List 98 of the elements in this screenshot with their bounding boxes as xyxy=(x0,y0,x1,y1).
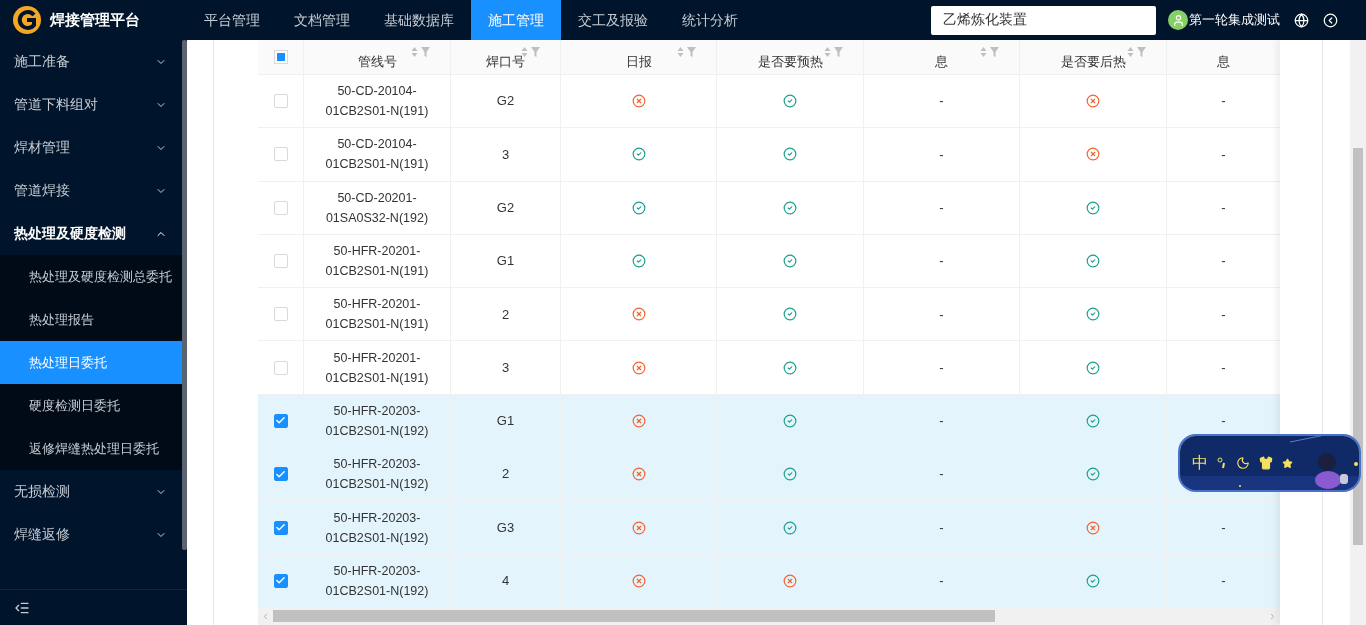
sort-filter-icon[interactable] xyxy=(411,46,430,58)
table-row[interactable]: 50-CD-20104- 01CB2S01-N(191) 3 - - xyxy=(258,128,1280,182)
table-cell-text: 50-CD-20104- 01CB2S01-N(191) xyxy=(325,83,429,121)
app-title: 焊接管理平台 xyxy=(50,9,140,30)
table-cell-text: - xyxy=(939,199,944,217)
language-icon[interactable] xyxy=(1294,12,1309,28)
sidebar-subitem[interactable]: 硬度检测日委托 xyxy=(0,384,182,427)
sidebar-item[interactable]: 管道下料组对 xyxy=(0,83,182,126)
table-cell-text: - xyxy=(939,358,944,377)
table-row[interactable]: 50-HFR-20201- 01CB2S01-N(191) 2 - - xyxy=(258,288,1280,342)
table-cell-text: - xyxy=(939,465,944,484)
table-cell-text: - xyxy=(1221,199,1226,217)
table-cell-text: - xyxy=(1221,572,1226,591)
table-cell-text: 50-CD-20104- 01CB2S01-N(191) xyxy=(325,136,429,174)
column-header: 日报 xyxy=(625,52,652,71)
table-cell-text: 50-HFR-20201- 01CB2S01-N(191) xyxy=(325,243,429,281)
column-header: 是否要后热 xyxy=(1060,52,1126,71)
column-header: 焊口号 xyxy=(486,52,525,71)
table-cell-text: 2 xyxy=(501,465,510,484)
table-cell-text: - xyxy=(939,572,944,591)
table-cell-text: 50-HFR-20201- 01CB2S01-N(191) xyxy=(325,296,429,334)
nav-tab[interactable]: 交工及报验 xyxy=(561,0,665,40)
table-cell-text: - xyxy=(1221,92,1226,111)
table-cell-text: 2 xyxy=(501,305,510,324)
table-cell-text: 4 xyxy=(501,572,510,591)
star-icon[interactable] xyxy=(1282,457,1293,469)
column-header: 息 xyxy=(1216,52,1230,71)
table-cell-text: - xyxy=(939,145,944,164)
table-cell-text: 50-CD-20201- 01SA0S32-N(192) xyxy=(325,189,429,227)
vertical-scrollbar[interactable] xyxy=(1350,40,1366,625)
table-cell-text: - xyxy=(1221,412,1226,431)
sort-filter-icon[interactable] xyxy=(824,46,843,58)
row-checkbox[interactable] xyxy=(273,573,288,588)
table-cell-text: 50-HFR-20203- 01CB2S01-N(192) xyxy=(325,562,429,600)
sidebar-subitem[interactable]: 热处理报告 xyxy=(0,298,182,341)
sidebar-subitem[interactable]: 返修焊缝热处理日委托 xyxy=(0,427,182,470)
column-header: 是否要预热 xyxy=(757,52,823,71)
table-cell-text: 50-HFR-20203- 01CB2S01-N(192) xyxy=(325,509,429,547)
nav-tab[interactable]: 基础数据库 xyxy=(367,0,471,40)
table-cell-text: - xyxy=(1221,358,1226,377)
table-row[interactable]: 50-HFR-20201- 01CB2S01-N(191) 3 - - xyxy=(258,341,1280,395)
table-cell-text: 50-HFR-20201- 01CB2S01-N(191) xyxy=(325,349,429,387)
scroll-left-icon[interactable] xyxy=(261,611,270,621)
sidebar-subitem[interactable]: 热处理及硬度检测总委托 xyxy=(0,255,182,298)
sidebar-item[interactable]: 热处理及硬度检测 xyxy=(0,212,182,255)
row-checkbox[interactable] xyxy=(273,467,288,482)
table-cell-text: 50-HFR-20203- 01CB2S01-N(192) xyxy=(325,456,429,494)
moon-icon[interactable] xyxy=(1236,456,1250,470)
table-cell-text: 3 xyxy=(501,145,510,164)
scroll-right-icon[interactable] xyxy=(1268,611,1277,621)
nav-tab[interactable]: 文档管理 xyxy=(277,0,367,40)
nav-tab[interactable]: 统计分析 xyxy=(665,0,755,40)
column-header: 息 xyxy=(935,52,948,71)
table-row[interactable]: 50-CD-20104- 01CB2S01-N(191) G2 - - xyxy=(258,75,1280,129)
table-row[interactable]: 50-HFR-20203- 01CB2S01-N(192) G1 - - xyxy=(258,394,1280,449)
sidebar-item[interactable]: 焊缝返修 xyxy=(0,513,182,556)
row-checkbox[interactable] xyxy=(273,413,288,428)
table-row[interactable]: 50-HFR-20203- 01CB2S01-N(192) G3 - - xyxy=(258,501,1280,555)
table-cell-text: - xyxy=(1221,145,1226,164)
table-cell-text: G3 xyxy=(496,518,515,537)
sidebar-item[interactable]: 焊材管理 xyxy=(0,126,182,169)
avatar-icon xyxy=(1168,10,1188,30)
table-cell-text: - xyxy=(939,305,944,324)
search-field[interactable]: 乙烯炼化装置 xyxy=(931,5,1156,35)
table-cell-text: - xyxy=(939,252,944,271)
table-cell-text: - xyxy=(939,92,944,111)
sort-filter-icon[interactable] xyxy=(1127,46,1146,58)
shirt-icon[interactable] xyxy=(1259,456,1273,470)
table-cell-text: - xyxy=(1221,252,1226,271)
user-name[interactable]: 第一轮集成测试 xyxy=(1189,10,1280,30)
nav-tab[interactable]: 平台管理 xyxy=(187,0,277,40)
sidebar-scrollbar[interactable] xyxy=(182,40,187,550)
table-cell-text: 50-HFR-20203- 01CB2S01-N(192) xyxy=(325,402,429,440)
sort-filter-icon[interactable] xyxy=(677,46,696,58)
table-cell-text: G1 xyxy=(496,252,515,271)
input-method-widget[interactable]: 中 xyxy=(1178,434,1361,492)
column-header: 管线号 xyxy=(357,52,397,71)
sidebar-item[interactable]: 施工准备 xyxy=(0,40,182,83)
punctuation-icon[interactable] xyxy=(1217,457,1227,469)
table-cell-text: G2 xyxy=(496,92,515,111)
sidebar-item[interactable]: 无损检测 xyxy=(0,470,182,513)
table-cell-text: - xyxy=(1221,518,1226,537)
table-cell-text: 3 xyxy=(501,358,510,377)
sidebar-item[interactable]: 管道焊接 xyxy=(0,169,182,212)
select-all-checkbox[interactable] xyxy=(273,50,288,64)
table-row[interactable]: 50-CD-20201- 01SA0S32-N(192) G2 - - xyxy=(258,181,1280,235)
table-row[interactable]: 50-HFR-20203- 01CB2S01-N(192) 4 - - xyxy=(258,554,1280,608)
table-cell-text: - xyxy=(939,518,944,537)
table-cell-text: G1 xyxy=(496,412,515,431)
table-row[interactable]: 50-HFR-20201- 01CB2S01-N(191) G1 - - xyxy=(258,234,1280,289)
table-cell-text: - xyxy=(1221,305,1226,324)
input-mode-label[interactable]: 中 xyxy=(1192,451,1208,475)
row-checkbox[interactable] xyxy=(273,520,288,535)
logo-icon xyxy=(12,5,42,35)
table-cell-text: - xyxy=(939,412,944,431)
back-icon[interactable] xyxy=(1323,12,1338,28)
table-cell-text: G2 xyxy=(496,199,515,217)
sort-filter-icon[interactable] xyxy=(980,46,999,58)
